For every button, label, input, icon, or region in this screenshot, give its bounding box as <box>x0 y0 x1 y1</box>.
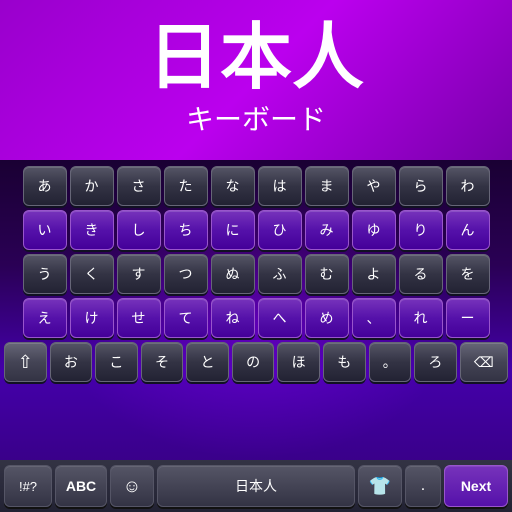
key-ふ[interactable]: ふ <box>258 254 302 294</box>
key-↑[interactable]: ⇧ <box>4 342 47 382</box>
key-く[interactable]: く <box>70 254 114 294</box>
key-め[interactable]: め <box>305 298 349 338</box>
app-header: 日本人 キーボード <box>0 0 512 160</box>
sym-key[interactable]: !#? <box>4 465 52 507</box>
key-ー[interactable]: ー <box>446 298 490 338</box>
key-row-1: いきしちにひみゆりん <box>4 210 508 250</box>
shirt-key[interactable]: 👕 <box>358 465 402 507</box>
key-。[interactable]: 。 <box>369 342 412 382</box>
key-こ[interactable]: こ <box>95 342 138 382</box>
key-れ[interactable]: れ <box>399 298 443 338</box>
abc-key[interactable]: ABC <box>55 465 107 507</box>
key-も[interactable]: も <box>323 342 366 382</box>
key-い[interactable]: い <box>23 210 67 250</box>
key-ぬ[interactable]: ぬ <box>211 254 255 294</box>
key-な[interactable]: な <box>211 166 255 206</box>
key-row-2: うくすつぬふむよるを <box>4 254 508 294</box>
key-へ[interactable]: へ <box>258 298 302 338</box>
key-row-4: ⇧おこそとのほも。ろ⌫ <box>4 342 508 382</box>
key-ら[interactable]: ら <box>399 166 443 206</box>
key-む[interactable]: む <box>305 254 349 294</box>
key-ん[interactable]: ん <box>446 210 490 250</box>
dot-key[interactable]: . <box>405 465 441 507</box>
key-ね[interactable]: ね <box>211 298 255 338</box>
key-よ[interactable]: よ <box>352 254 396 294</box>
key-わ[interactable]: わ <box>446 166 490 206</box>
key-row-0: あかさたなはまやらわ <box>4 166 508 206</box>
keyboard-area: あかさたなはまやらわいきしちにひみゆりんうくすつぬふむよるをえけせてねへめ、れー… <box>0 160 512 512</box>
key-て[interactable]: て <box>164 298 208 338</box>
key-せ[interactable]: せ <box>117 298 161 338</box>
title-sub: キーボード <box>186 98 326 138</box>
key-か[interactable]: か <box>70 166 114 206</box>
keyboard-rows: あかさたなはまやらわいきしちにひみゆりんうくすつぬふむよるをえけせてねへめ、れー… <box>0 160 512 382</box>
title-kanji: 日本人 <box>148 22 364 94</box>
emoji-key[interactable]: ☺ <box>110 465 154 507</box>
key-す[interactable]: す <box>117 254 161 294</box>
key-に[interactable]: に <box>211 210 255 250</box>
key-は[interactable]: は <box>258 166 302 206</box>
key-し[interactable]: し <box>117 210 161 250</box>
key-の[interactable]: の <box>232 342 275 382</box>
key-⌫[interactable]: ⌫ <box>460 342 508 382</box>
key-み[interactable]: み <box>305 210 349 250</box>
key-き[interactable]: き <box>70 210 114 250</box>
next-key[interactable]: Next <box>444 465 508 507</box>
key-さ[interactable]: さ <box>117 166 161 206</box>
key-、[interactable]: 、 <box>352 298 396 338</box>
key-と[interactable]: と <box>186 342 229 382</box>
key-つ[interactable]: つ <box>164 254 208 294</box>
key-ゆ[interactable]: ゆ <box>352 210 396 250</box>
key-そ[interactable]: そ <box>141 342 184 382</box>
key-ほ[interactable]: ほ <box>277 342 320 382</box>
key-り[interactable]: り <box>399 210 443 250</box>
key-ろ[interactable]: ろ <box>414 342 457 382</box>
keyboard-toolbar: !#? ABC ☺ 日本人 👕 . Next <box>0 460 512 512</box>
key-row-3: えけせてねへめ、れー <box>4 298 508 338</box>
key-う[interactable]: う <box>23 254 67 294</box>
key-お[interactable]: お <box>50 342 93 382</box>
key-ひ[interactable]: ひ <box>258 210 302 250</box>
key-る[interactable]: る <box>399 254 443 294</box>
key-ち[interactable]: ち <box>164 210 208 250</box>
key-や[interactable]: や <box>352 166 396 206</box>
key-け[interactable]: け <box>70 298 114 338</box>
key-た[interactable]: た <box>164 166 208 206</box>
key-あ[interactable]: あ <box>23 166 67 206</box>
lang-key[interactable]: 日本人 <box>157 465 355 507</box>
key-ま[interactable]: ま <box>305 166 349 206</box>
key-え[interactable]: え <box>23 298 67 338</box>
key-を[interactable]: を <box>446 254 490 294</box>
